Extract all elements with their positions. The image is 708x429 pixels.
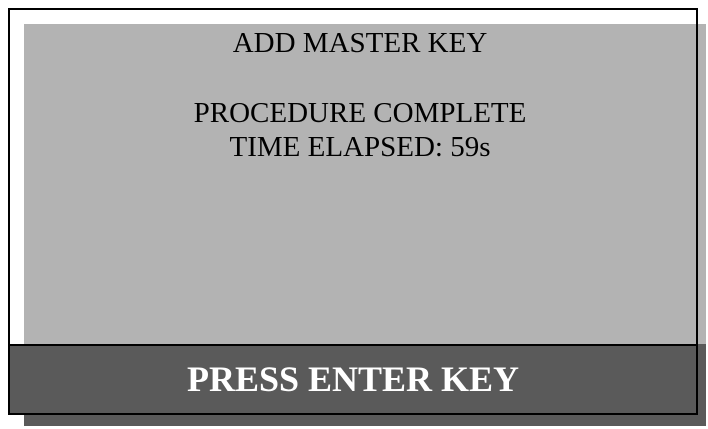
prompt-bar-shadow-right bbox=[696, 344, 706, 426]
procedure-status: PROCEDURE COMPLETE bbox=[193, 97, 527, 129]
prompt-bar[interactable]: PRESS ENTER KEY bbox=[10, 344, 696, 415]
display-area: ADD MASTER KEY PROCEDURE COMPLETE TIME E… bbox=[24, 24, 696, 342]
press-enter-prompt: PRESS ENTER KEY bbox=[186, 359, 520, 399]
prompt-bar-shadow-bottom bbox=[24, 415, 706, 426]
screen-title: ADD MASTER KEY bbox=[232, 27, 488, 59]
time-elapsed: TIME ELAPSED: 59s bbox=[229, 131, 491, 163]
